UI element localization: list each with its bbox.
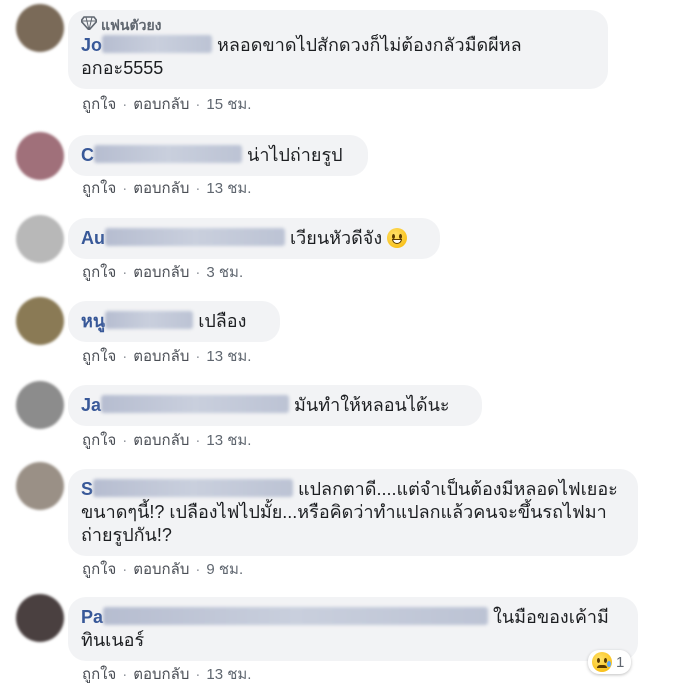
comment-actions: ถูกใจ · ตอบกลับ · 13 ชม. (82, 348, 252, 365)
comment-bubble: Au เวียนหัวดีจัง (68, 218, 440, 259)
reply-link[interactable]: ตอบกลับ (133, 561, 189, 578)
diamond-icon (79, 16, 99, 34)
comment-bubble: แฟนตัวยง Jo หลอดขาดไปสักดวงก็ไม่ต้องกลัว… (68, 10, 608, 89)
comment-actions: ถูกใจ · ตอบกลับ · 13 ชม. (82, 432, 252, 449)
comment-bubble: C น่าไปถ่ายรูป (68, 135, 368, 176)
commenter-name[interactable]: หนู (81, 311, 105, 331)
redacted-name (103, 607, 489, 625)
comment-text: น่าไปถ่ายรูป (247, 145, 343, 165)
redacted-name (102, 35, 213, 53)
timestamp[interactable]: 13 ชม. (206, 348, 251, 365)
avatar[interactable] (16, 297, 64, 345)
redacted-name (101, 395, 290, 413)
like-link[interactable]: ถูกใจ (82, 264, 116, 281)
comment-text: เปลือง (198, 311, 247, 331)
commenter-name[interactable]: Jo (81, 35, 102, 55)
reply-link[interactable]: ตอบกลับ (133, 264, 189, 281)
redacted-name (93, 479, 294, 497)
comment-bubble: Pa ในมือของเค้ามีทินเนอร์ (68, 597, 638, 661)
reaction-count: 1 (616, 653, 625, 671)
timestamp[interactable]: 9 ชม. (206, 561, 243, 578)
reply-link[interactable]: ตอบกลับ (133, 432, 189, 449)
avatar[interactable] (16, 4, 64, 52)
commenter-name[interactable]: Pa (81, 607, 103, 627)
reaction-summary[interactable]: 1 (588, 650, 632, 674)
redacted-name (105, 311, 194, 329)
comment-bubble: หนู เปลือง (68, 301, 280, 342)
reply-link[interactable]: ตอบกลับ (133, 180, 189, 197)
timestamp[interactable]: 3 ชม. (206, 264, 243, 281)
like-link[interactable]: ถูกใจ (82, 432, 116, 449)
avatar[interactable] (16, 462, 64, 510)
avatar[interactable] (16, 381, 64, 429)
crying-face-icon (592, 652, 612, 672)
timestamp[interactable]: 13 ชม. (206, 666, 251, 683)
comment-bubble: S แปลกตาดี....แต่จำเป็นต้องมีหลอดไฟเยอะข… (68, 469, 638, 556)
comment-text: มันทำให้หลอนได้นะ (294, 395, 450, 415)
redacted-name (105, 228, 285, 246)
reply-link[interactable]: ตอบกลับ (133, 666, 189, 683)
comment-actions: ถูกใจ · ตอบกลับ · 15 ชม. (82, 96, 252, 113)
commenter-name[interactable]: C (81, 145, 94, 165)
top-fan-badge: แฟนตัวยง (79, 16, 594, 34)
reply-link[interactable]: ตอบกลับ (133, 348, 189, 365)
avatar[interactable] (16, 594, 64, 642)
avatar[interactable] (16, 132, 64, 180)
like-link[interactable]: ถูกใจ (82, 96, 116, 113)
reply-link[interactable]: ตอบกลับ (133, 96, 189, 113)
timestamp[interactable]: 15 ชม. (206, 96, 251, 113)
like-link[interactable]: ถูกใจ (82, 180, 116, 197)
avatar[interactable] (16, 215, 64, 263)
like-link[interactable]: ถูกใจ (82, 561, 116, 578)
comment-actions: ถูกใจ · ตอบกลับ · 9 ชม. (82, 561, 244, 578)
comment-bubble: Ja มันทำให้หลอนได้นะ (68, 385, 482, 426)
comment-actions: ถูกใจ · ตอบกลับ · 13 ชม. (82, 180, 252, 197)
timestamp[interactable]: 13 ชม. (206, 432, 251, 449)
comment-text: เวียนหัวดีจัง (290, 228, 383, 248)
redacted-name (94, 145, 242, 163)
commenter-name[interactable]: S (81, 479, 93, 499)
like-link[interactable]: ถูกใจ (82, 666, 116, 683)
comment-actions: ถูกใจ · ตอบกลับ · 3 ชม. (82, 264, 244, 281)
grinning-face-icon (387, 228, 408, 248)
timestamp[interactable]: 13 ชม. (206, 180, 251, 197)
commenter-name[interactable]: Au (81, 228, 105, 248)
commenter-name[interactable]: Ja (81, 395, 101, 415)
like-link[interactable]: ถูกใจ (82, 348, 116, 365)
comment-actions: ถูกใจ · ตอบกลับ · 13 ชม. (82, 666, 252, 683)
